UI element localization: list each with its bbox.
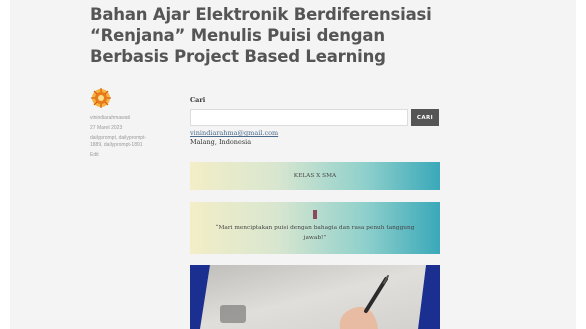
location-text: Malang, Indonesia: [190, 138, 252, 146]
post-content: Cari CARI vinindiarahma@gmail.com Malang…: [190, 96, 442, 146]
writing-photo: [190, 265, 440, 329]
post-title-line: “Renjana” Menulis Puisi dengan: [90, 26, 385, 45]
page-container: Bahan Ajar Elektronik Berdiferensiasi “R…: [10, 0, 576, 329]
post-title-line: Bahan Ajar Elektronik Berdiferensiasi: [90, 5, 432, 24]
kelas-banner: KELAS X SMA: [190, 162, 440, 190]
quote-marker-icon: [313, 210, 317, 219]
post-date-link[interactable]: 27 Maret 2023: [90, 125, 170, 132]
edit-link[interactable]: Edit: [90, 152, 170, 159]
post-title-line: Berbasis Project Based Learning: [90, 47, 386, 66]
search-button[interactable]: CARI: [411, 109, 439, 126]
quote-text: “Mari menciptakan puisi dengan bahagia d…: [215, 225, 415, 241]
writing-hand-image: [190, 265, 440, 329]
search-input[interactable]: [190, 109, 408, 126]
search-form: CARI: [190, 109, 442, 126]
quote-banner: “Mari menciptakan puisi dengan bahagia d…: [190, 202, 440, 254]
email-link[interactable]: vinindiarahma@gmail.com: [190, 129, 442, 137]
search-label: Cari: [190, 96, 206, 104]
kelas-label: KELAS X SMA: [293, 173, 337, 179]
post-meta: vinindiarahmawati 27 Maret 2023 dailypro…: [90, 88, 170, 162]
avatar-icon[interactable]: [91, 88, 111, 108]
author-link[interactable]: vinindiarahmawati: [90, 115, 170, 122]
post-tags[interactable]: dailyprompt, dailyprompt-1889, dailyprom…: [90, 135, 152, 149]
post-title: Bahan Ajar Elektronik Berdiferensiasi “R…: [90, 4, 490, 67]
